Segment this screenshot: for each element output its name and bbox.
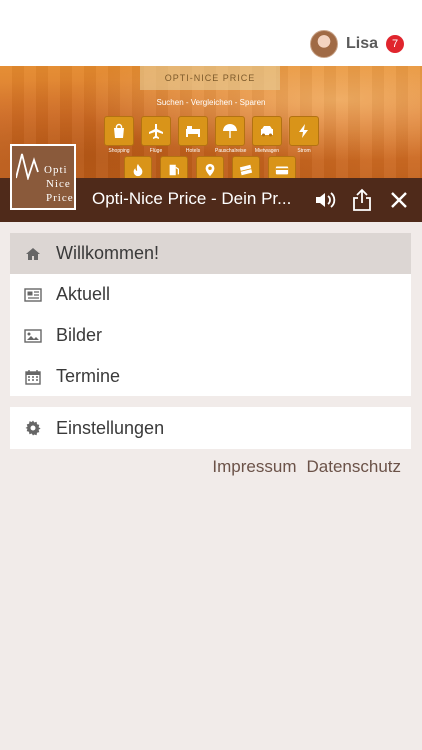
location-pin-icon bbox=[196, 156, 224, 178]
plane-icon bbox=[141, 116, 171, 146]
menu-item-label: Aktuell bbox=[56, 284, 111, 304]
ticket-icon bbox=[232, 156, 260, 178]
notification-badge[interactable]: 7 bbox=[386, 35, 404, 53]
datenschutz-link[interactable]: Datenschutz bbox=[307, 457, 402, 477]
menu-item-label: Termine bbox=[56, 366, 121, 386]
newspaper-icon bbox=[24, 286, 42, 304]
app-logo: Opti Nice Price bbox=[10, 144, 76, 210]
image-icon bbox=[24, 327, 42, 345]
menu-item-label: Bilder bbox=[56, 325, 103, 345]
menu-item-label: Willkommen! bbox=[56, 243, 160, 263]
category-label: Mietwagen bbox=[254, 148, 280, 154]
menu-item-bilder[interactable]: Bilder bbox=[10, 315, 411, 356]
settings-menu: Einstellungen bbox=[10, 407, 411, 449]
menu-item-willkommen[interactable]: Willkommen! bbox=[10, 233, 411, 274]
credit-card-icon bbox=[268, 156, 296, 178]
category-rental-car: Mietwagen bbox=[252, 116, 282, 154]
gear-icon bbox=[24, 419, 42, 437]
speaker-icon[interactable] bbox=[308, 178, 344, 222]
category-label: Flüge bbox=[149, 148, 163, 154]
app-title: Opti-Nice Price - Dein Pr... bbox=[92, 189, 292, 208]
main-menu: Willkommen! Aktuell Bilder Termine bbox=[10, 233, 411, 396]
username[interactable]: Lisa bbox=[346, 35, 378, 53]
close-icon[interactable] bbox=[381, 178, 417, 222]
banner-tagline: Suchen - Vergleichen - Sparen bbox=[156, 98, 266, 107]
impressum-link[interactable]: Impressum bbox=[212, 457, 296, 477]
menu-item-label: Einstellungen bbox=[56, 417, 165, 438]
category-hotels: Hotels bbox=[178, 116, 208, 154]
category-package: Pauschalreise bbox=[215, 116, 247, 154]
category-row-2 bbox=[124, 156, 296, 178]
banner-logo: OPTI-NICE PRICE bbox=[140, 66, 280, 90]
lightning-icon bbox=[289, 116, 319, 146]
logo-text-line: Nice bbox=[46, 178, 71, 190]
menu-item-aktuell[interactable]: Aktuell bbox=[10, 274, 411, 315]
category-row: Shopping Flüge Hotels Pauschalreise Miet… bbox=[104, 116, 319, 154]
shopping-bag-icon bbox=[104, 116, 134, 146]
avatar[interactable] bbox=[309, 30, 338, 58]
share-icon[interactable] bbox=[344, 178, 380, 222]
fuel-icon bbox=[160, 156, 188, 178]
umbrella-icon bbox=[215, 116, 245, 146]
calendar-icon bbox=[24, 368, 42, 386]
category-shopping: Shopping bbox=[104, 116, 134, 154]
category-flights: Flüge bbox=[141, 116, 171, 154]
category-label: Shopping bbox=[108, 148, 130, 154]
logo-text-line: Price bbox=[46, 192, 74, 204]
category-label: Strom bbox=[297, 148, 311, 154]
category-electricity: Strom bbox=[289, 116, 319, 154]
menu-item-termine[interactable]: Termine bbox=[10, 356, 411, 397]
category-label: Pauschalreise bbox=[215, 148, 247, 154]
user-profile[interactable]: Lisa 7 bbox=[309, 30, 404, 58]
bed-icon bbox=[178, 116, 208, 146]
car-icon bbox=[252, 116, 282, 146]
home-icon bbox=[24, 245, 42, 263]
menu-item-einstellungen[interactable]: Einstellungen bbox=[10, 407, 411, 449]
logo-text-line: Opti bbox=[44, 164, 68, 176]
category-label: Hotels bbox=[185, 148, 201, 154]
flame-icon bbox=[124, 156, 152, 178]
top-bar: Lisa 7 bbox=[0, 0, 422, 66]
footer-links: Impressum Datenschutz bbox=[212, 457, 401, 477]
